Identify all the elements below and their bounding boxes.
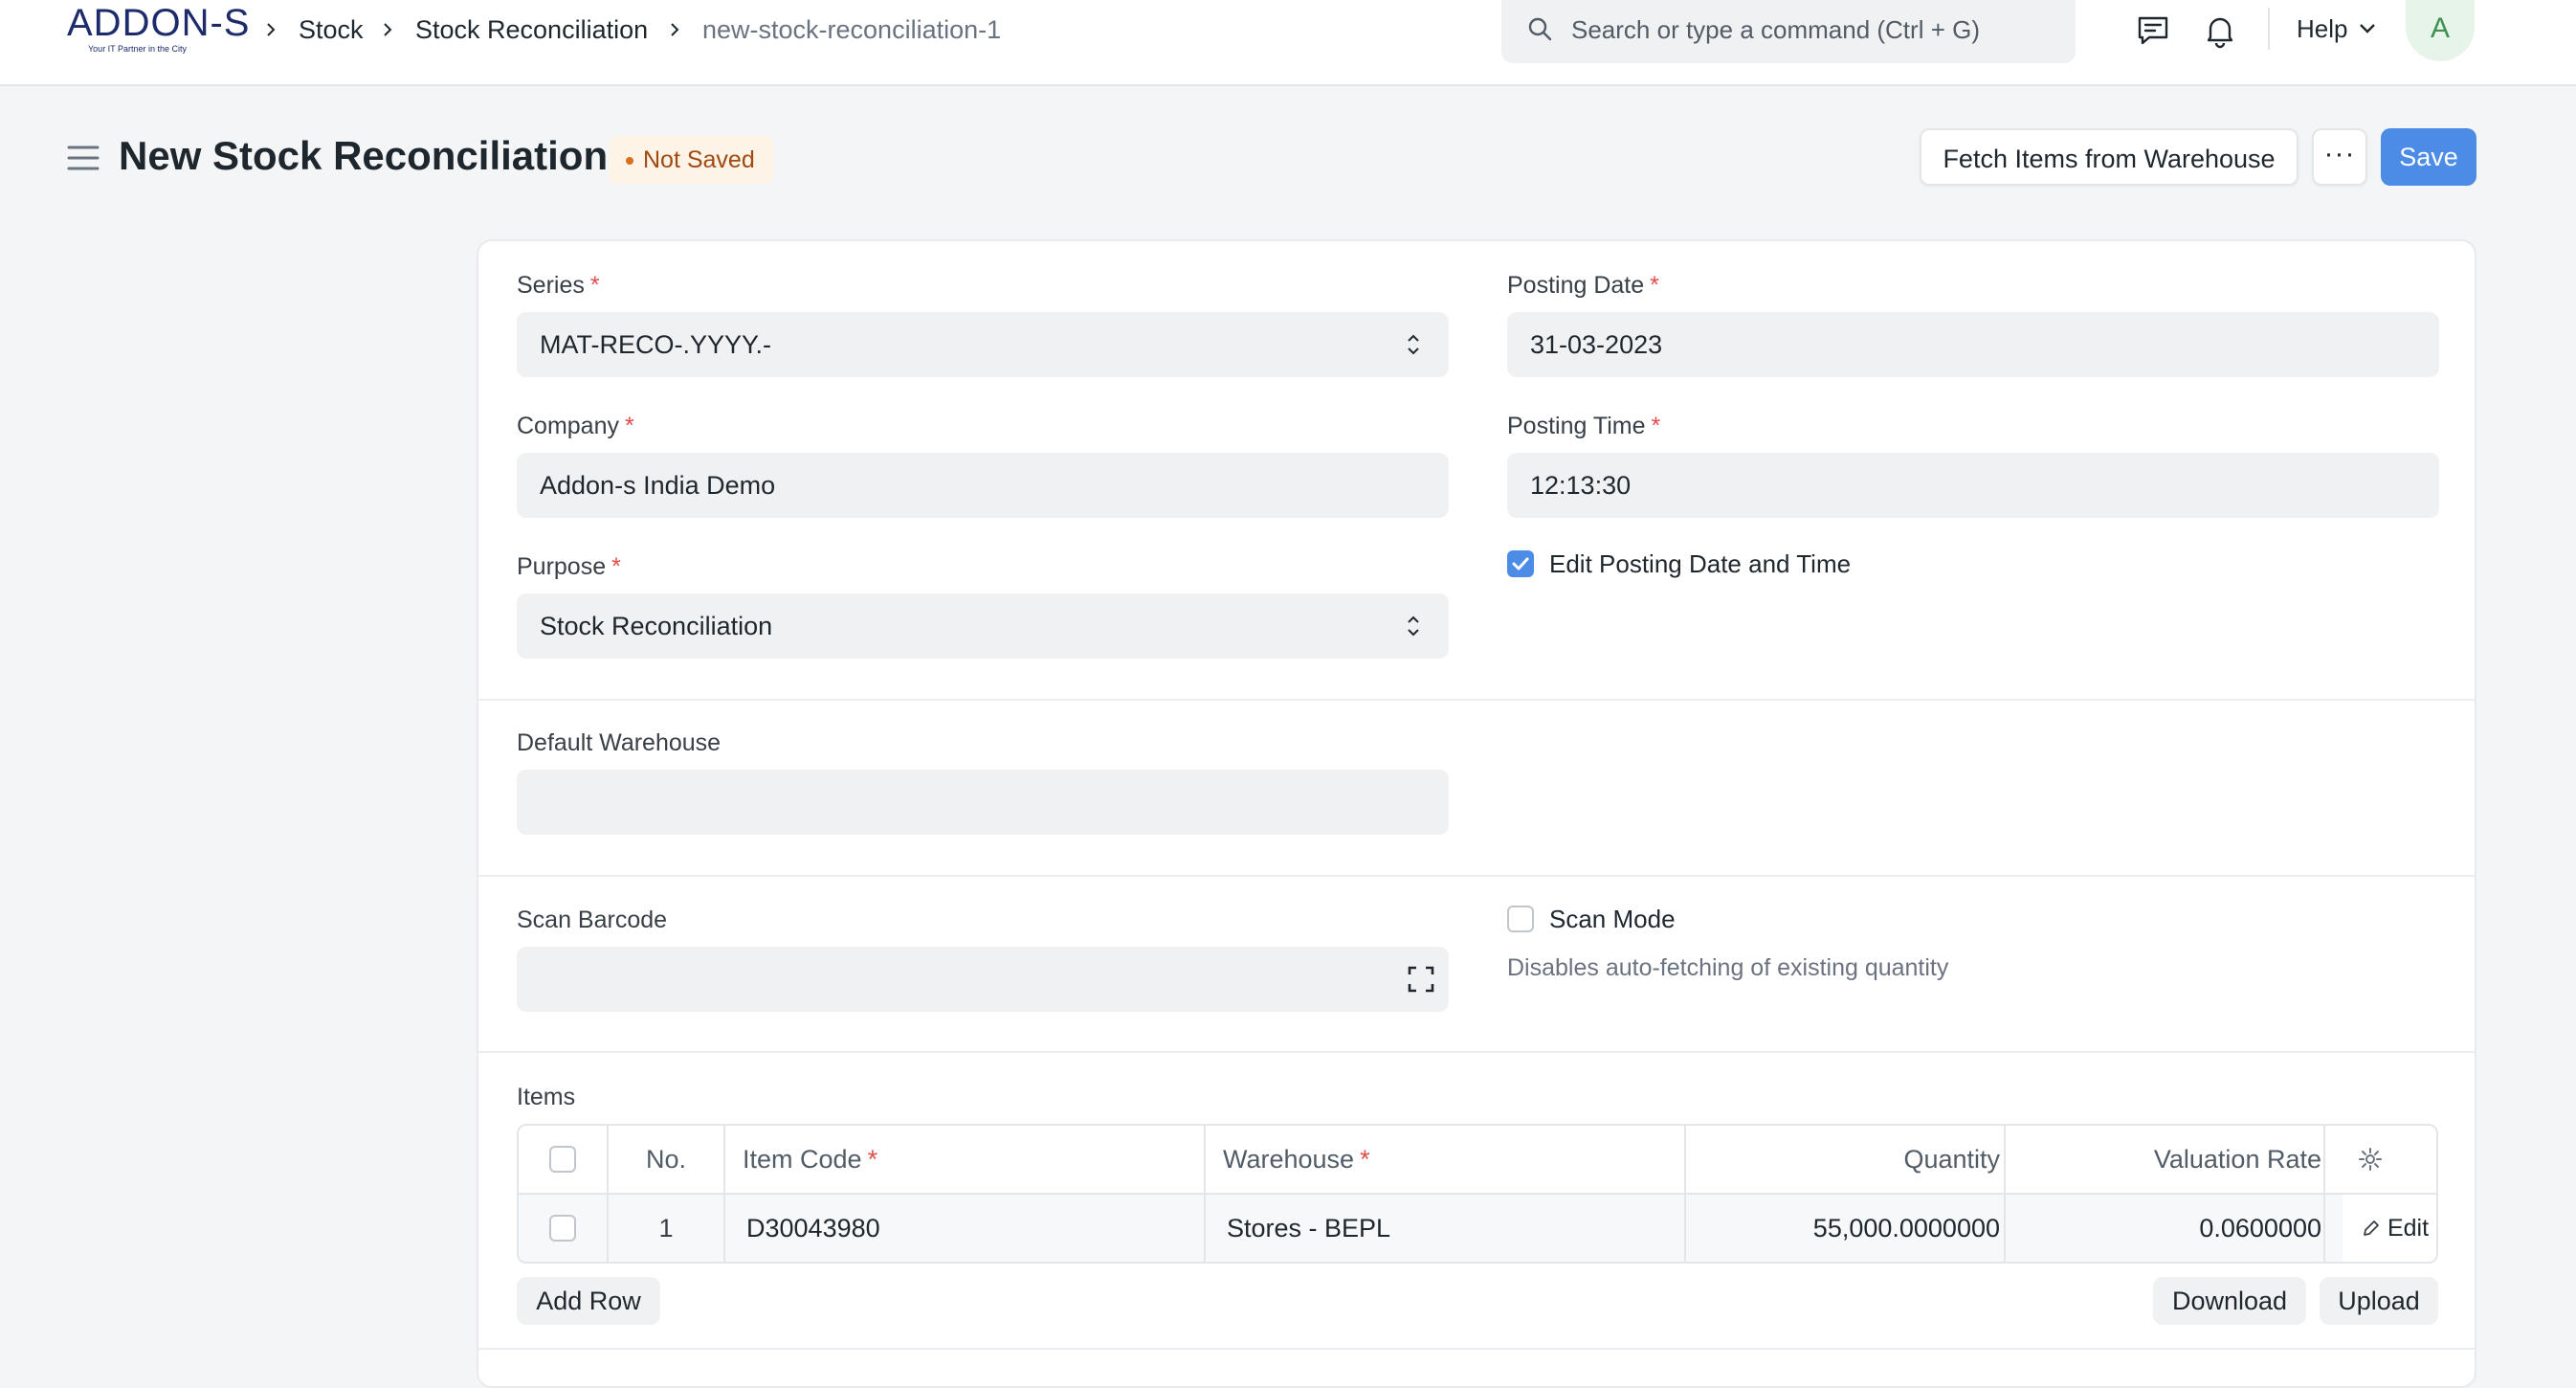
download-button[interactable]: Download xyxy=(2153,1277,2306,1325)
navbar-divider xyxy=(2268,8,2270,50)
row-number: 1 xyxy=(658,1214,674,1242)
items-label: Items xyxy=(517,1084,576,1110)
pencil-icon xyxy=(2364,1220,2379,1236)
select-arrows-icon xyxy=(1408,616,1419,637)
chevron-down-icon xyxy=(2360,24,2375,34)
column-header-quantity[interactable]: Quantity xyxy=(1703,1126,2000,1193)
default-warehouse-field[interactable] xyxy=(517,770,1449,835)
sidebar-toggle-icon[interactable] xyxy=(67,144,100,172)
items-table: No. Item Code * Warehouse * Quantity Valua… xyxy=(517,1124,2438,1264)
scan-mode-description: Disables auto-fetching of existing quant… xyxy=(1507,954,1949,981)
chevron-right-icon xyxy=(671,23,679,36)
quantity-cell[interactable]: 55,000.0000000 xyxy=(1703,1195,2000,1262)
column-divider xyxy=(1204,1126,1206,1262)
page-header: New Stock Reconciliation Not Saved Fetch… xyxy=(0,115,2576,211)
company-logo[interactable]: ADDON-S Your IT Partner in the City xyxy=(67,2,249,57)
upload-button[interactable]: Upload xyxy=(2320,1277,2438,1325)
purpose-value: Stock Reconciliation xyxy=(540,612,773,640)
row-edit-label: Edit xyxy=(2387,1215,2430,1242)
section-divider xyxy=(478,1051,2475,1053)
chat-icon[interactable] xyxy=(2134,11,2172,50)
search-bar[interactable]: Search or type a command (Ctrl + G) xyxy=(1501,0,2076,63)
checkmark-icon xyxy=(1512,557,1529,571)
avatar[interactable]: A xyxy=(2406,0,2475,61)
logo-tagline: Your IT Partner in the City xyxy=(88,44,188,54)
column-header-item-code[interactable]: Item Code * xyxy=(743,1126,1202,1193)
posting-date-field[interactable]: 31-03-2023 xyxy=(1507,312,2439,377)
gear-icon[interactable] xyxy=(2357,1146,2384,1173)
section-divider xyxy=(478,699,2475,701)
table-row[interactable]: 1 D30043980 Stores - BEPL 55,000.0000000… xyxy=(519,1195,2436,1262)
more-actions-button[interactable]: ··· xyxy=(2312,128,2367,186)
add-row-button[interactable]: Add Row xyxy=(517,1277,660,1325)
breadcrumb-stock-reconciliation[interactable]: Stock Reconciliation xyxy=(415,13,648,46)
series-select[interactable]: MAT-RECO-.YYYY.- xyxy=(517,312,1449,377)
column-divider xyxy=(2323,1126,2325,1262)
items-table-header: No. Item Code * Warehouse * Quantity Valua… xyxy=(519,1126,2436,1195)
scan-mode-label: Scan Mode xyxy=(1549,905,1676,933)
chevron-right-icon xyxy=(384,23,392,36)
scan-mode-checkbox[interactable] xyxy=(1507,906,1534,932)
scan-barcode-label: Scan Barcode xyxy=(517,907,668,933)
column-divider xyxy=(607,1126,609,1262)
company-label: Company * xyxy=(517,413,634,439)
page-title: New Stock Reconciliation xyxy=(119,133,609,178)
scan-icon[interactable] xyxy=(1407,965,1435,994)
breadcrumb-stock[interactable]: Stock xyxy=(299,13,364,46)
status-badge: Not Saved xyxy=(609,136,774,184)
logo-text: ADDON-S xyxy=(67,2,251,44)
series-label: Series * xyxy=(517,272,600,299)
search-icon xyxy=(1528,17,1552,41)
select-all-checkbox[interactable] xyxy=(549,1146,576,1173)
item-code-cell[interactable]: D30043980 xyxy=(746,1195,1206,1262)
posting-time-label: Posting Time * xyxy=(1507,413,1661,439)
purpose-select[interactable]: Stock Reconciliation xyxy=(517,593,1449,659)
column-header-no: No. xyxy=(645,1145,687,1174)
bell-icon[interactable] xyxy=(2201,11,2239,50)
fetch-items-button[interactable]: Fetch Items from Warehouse xyxy=(1920,128,2298,186)
breadcrumb-current[interactable]: new-stock-reconciliation-1 xyxy=(702,13,1001,46)
company-field[interactable]: Addon-s India Demo xyxy=(517,453,1449,518)
posting-date-label: Posting Date * xyxy=(1507,272,1659,299)
save-button[interactable]: Save xyxy=(2381,128,2476,186)
default-warehouse-label: Default Warehouse xyxy=(517,729,722,756)
edit-posting-checkbox[interactable] xyxy=(1507,550,1534,577)
scan-barcode-field[interactable] xyxy=(517,947,1449,1012)
select-arrows-icon xyxy=(1408,334,1419,355)
column-header-valuation-rate[interactable]: Valuation Rate xyxy=(2023,1126,2321,1193)
section-divider xyxy=(478,1348,2475,1350)
help-label: Help xyxy=(2297,14,2348,43)
valuation-rate-cell[interactable]: 0.0600000 xyxy=(2023,1195,2321,1262)
form-card: Series * MAT-RECO-.YYYY.- Company * Addon-… xyxy=(477,239,2476,1388)
series-value: MAT-RECO-.YYYY.- xyxy=(540,330,772,359)
chevron-right-icon xyxy=(267,23,276,36)
row-checkbox[interactable] xyxy=(549,1215,576,1242)
column-divider xyxy=(1684,1126,1686,1262)
column-header-warehouse[interactable]: Warehouse * xyxy=(1223,1126,1682,1193)
column-divider xyxy=(723,1126,725,1262)
help-dropdown[interactable]: Help xyxy=(2297,13,2375,44)
posting-time-field[interactable]: 12:13:30 xyxy=(1507,453,2439,518)
edit-posting-label: Edit Posting Date and Time xyxy=(1549,549,1852,578)
column-divider xyxy=(2004,1126,2006,1262)
navbar: ADDON-S Your IT Partner in the City Stoc… xyxy=(0,0,2576,86)
warehouse-cell[interactable]: Stores - BEPL xyxy=(1227,1195,1686,1262)
search-placeholder: Search or type a command (Ctrl + G) xyxy=(1571,15,1980,44)
row-edit-button[interactable]: Edit xyxy=(2343,1195,2436,1262)
purpose-label: Purpose * xyxy=(517,553,621,580)
section-divider xyxy=(478,875,2475,877)
